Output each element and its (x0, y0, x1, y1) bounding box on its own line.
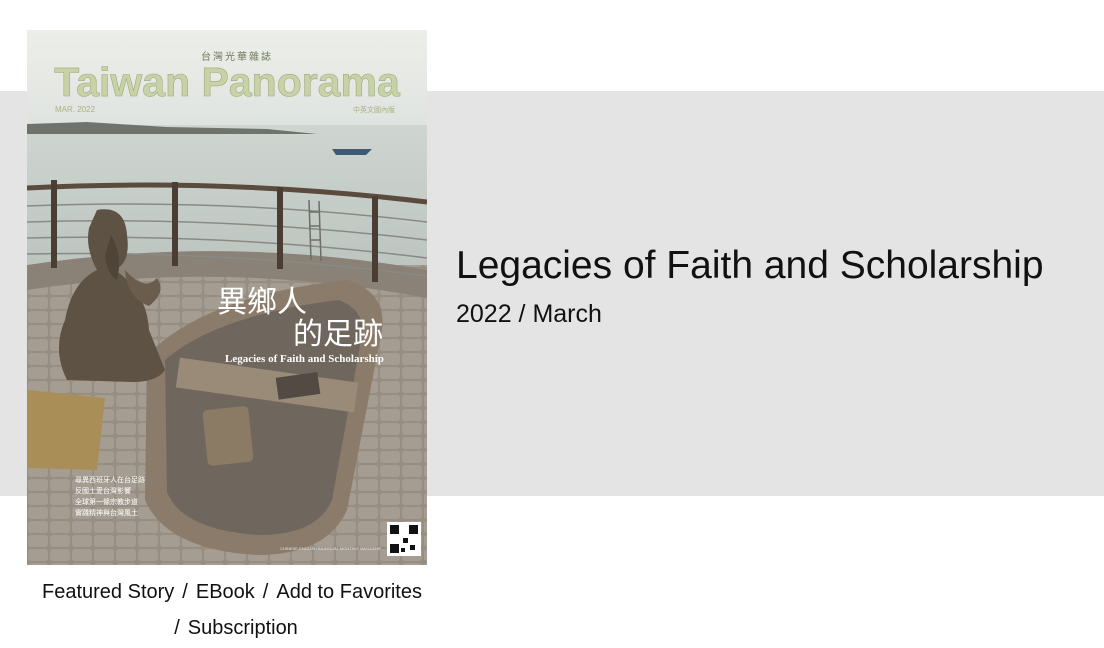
article-title: Legacies of Faith and Scholarship (456, 244, 1044, 287)
cover-blurb-line: 尋異西班牙人在台足跡 (75, 475, 145, 484)
cover-illustration: 台灣光華雜誌 Taiwan Panorama MAR. 2022 中英文國內版 … (27, 30, 427, 565)
cover-edition-tag: 中英文國內版 (353, 105, 395, 114)
add-to-favorites-link[interactable]: Add to Favorites (276, 581, 422, 603)
cover-headline-en: Legacies of Faith and Scholarship (225, 353, 384, 365)
featured-story-link[interactable]: Featured Story (42, 581, 174, 603)
cover-issue-tag: MAR. 2022 (55, 105, 96, 114)
cover-headline-cn-1: 異鄉人 (217, 285, 307, 320)
cover-action-links: Featured Story / EBook / Add to Favorites / S… (27, 574, 437, 646)
link-separator: / (182, 581, 188, 603)
subscription-link[interactable]: Subscription (188, 617, 298, 639)
ebook-link[interactable]: EBook (196, 581, 255, 603)
cover-headline-cn-2: 的足跡 (293, 317, 383, 352)
cover-blurb-line: 反國土愛台灣影響 (75, 486, 131, 495)
cover-blurb-line: 全球第一條宗教步道 (75, 497, 138, 506)
links-row-2: / Subscription (27, 610, 437, 646)
link-separator: / (262, 581, 269, 603)
cover-blurb-line: 實踐精神與台灣風土 (75, 508, 138, 517)
links-row-1: Featured Story / EBook / Add to Favorites (27, 574, 437, 610)
cover-footer-text: CHINESE-ENGLISH BILINGUAL MONTHLY MAGAZI… (280, 546, 381, 551)
issue-date: 2022 / March (456, 300, 602, 328)
cover-masthead: Taiwan Panorama (54, 59, 401, 105)
magazine-cover-image[interactable]: 台灣光華雜誌 Taiwan Panorama MAR. 2022 中英文國內版 … (27, 30, 427, 565)
link-separator: / (174, 617, 180, 639)
